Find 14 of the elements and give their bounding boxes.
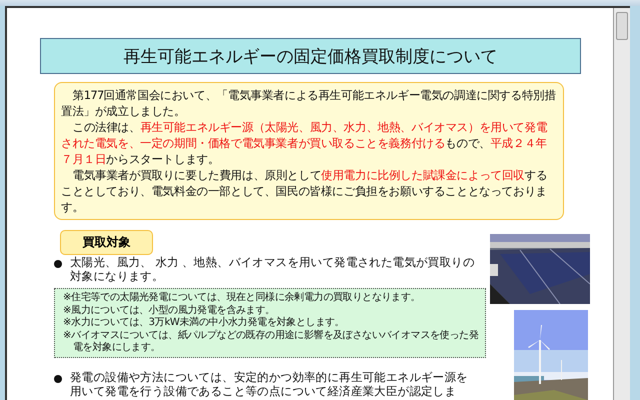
note-text: ※住宅等での太陽光発電については、現在と同様に余剰電力の買取りとなります。: [63, 292, 422, 304]
bullet-icon: [54, 374, 62, 382]
note-text: ※風力については、小型の風力発電を含みます。: [63, 304, 276, 316]
intro-paragraph: 第177回通常国会において、「電気事業者による再生可能エネルギー電気の調達に関する特別措置法」が成立しました。: [61, 87, 557, 119]
note-text: ※バイオマスについては、紙パルプなどの既存の用途に影響を及ぼさないバイオマスを使った発電を対象にします。: [63, 330, 480, 354]
scrollbar[interactable]: [613, 8, 630, 400]
intro-paragraph: この法律は、再生可能エネルギー源（太陽光、風力、水力、地熱、バイオマス）を用いて発電された電気を、一定の期間・価格で電気事業者が買い取ることを義務付ける もので、平成２４年７月１日からスタートします。: [61, 119, 548, 167]
bullet-icon: [54, 260, 62, 268]
intro-paragraph: 電気事業者が買取りに要した費用は、原則として使用電力に比例した賦課金によって回収することとしており、電気料金の一部として、国民の皆様にご負担をお願いすることとなっております。: [61, 167, 548, 215]
bullet-text: 太陽光、風力、 水力 、地熱、バイオマスを用いて発電された電気が買取りの対象になります。: [70, 255, 475, 283]
note-text: ※水力については、3万kW未満の中小水力発電を対象とします。: [63, 317, 346, 330]
bullet-text: 発電の設備や方法については、安定的かつ効率的に再生可能エネルギー源を用いて発電を行う設備であること等の点について経済産業大臣が認定しま: [70, 370, 469, 398]
section-label: 買取対象: [60, 230, 153, 255]
page-title: 再生可能エネルギーの固定価格買取制度について: [40, 38, 581, 74]
